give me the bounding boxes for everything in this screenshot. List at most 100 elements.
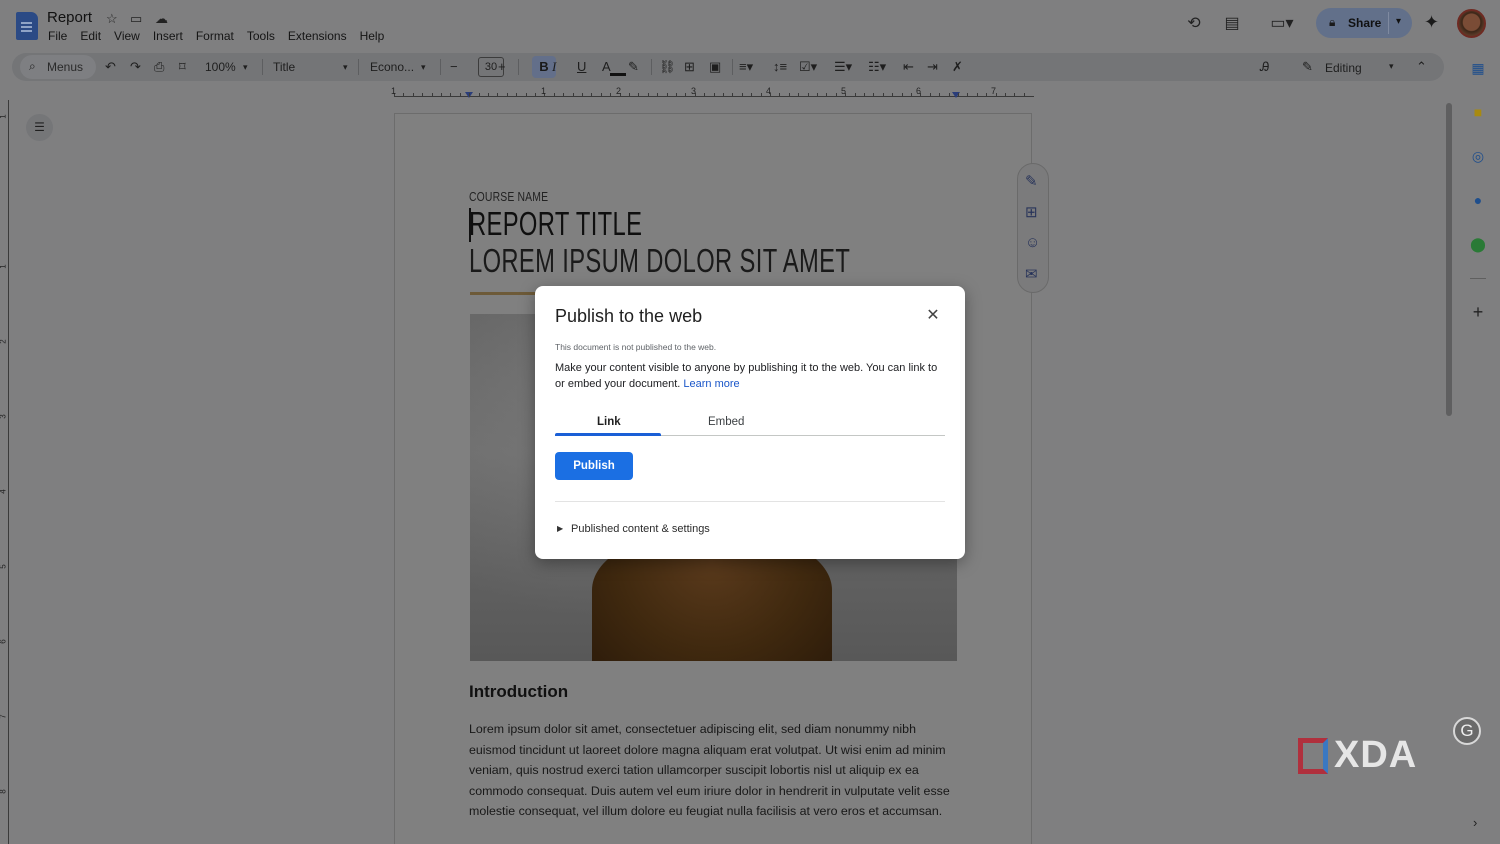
grammarly-icon[interactable]: G — [1453, 717, 1481, 745]
document-title[interactable]: Report — [47, 9, 92, 26]
menu-insert[interactable]: Insert — [153, 29, 183, 43]
toolbar-divider — [518, 59, 519, 75]
document-outline-icon[interactable]: ☰ — [26, 114, 53, 141]
menu-help[interactable]: Help — [360, 29, 385, 43]
ruler-tick — [572, 93, 574, 97]
style-dropdown-icon[interactable]: ▾ — [343, 59, 348, 75]
add-comment-icon[interactable]: ⊞ — [684, 59, 695, 75]
gemini-icon[interactable]: ✦ — [1424, 12, 1439, 33]
checklist-icon[interactable]: ☑▾ — [799, 59, 817, 75]
share-dropdown-icon[interactable]: ▾ — [1396, 16, 1401, 27]
menu-tools[interactable]: Tools — [247, 29, 275, 43]
zoom-select[interactable]: 100% — [205, 60, 236, 74]
history-icon[interactable]: ⟲ — [1184, 14, 1204, 34]
title-accent-rule — [470, 292, 540, 295]
docs-logo-icon[interactable] — [16, 12, 38, 40]
ruler-tick — [666, 93, 668, 97]
insert-image-icon[interactable]: ▣ — [709, 59, 721, 75]
intro-paragraph[interactable]: Lorem ipsum dolor sit amet, consectetuer… — [469, 719, 964, 822]
ruler-tick — [976, 93, 978, 97]
horizontal-ruler[interactable]: 1 1 2 3 4 5 6 7 — [391, 86, 1034, 100]
clear-formatting-icon[interactable]: ✗ — [952, 59, 963, 75]
menu-view[interactable]: View — [114, 29, 140, 43]
toolbar-divider — [732, 59, 733, 75]
contacts-icon[interactable]: ● — [1470, 192, 1486, 208]
toolbar-divider — [440, 59, 441, 75]
font-dropdown-icon[interactable]: ▾ — [421, 59, 426, 75]
tab-embed[interactable]: Embed — [708, 416, 744, 428]
redo-icon[interactable]: ↷ — [130, 59, 141, 75]
decrease-indent-icon[interactable]: ⇤ — [903, 59, 914, 75]
report-subtitle[interactable]: LOREM IPSUM DOLOR SIT AMET — [469, 242, 850, 280]
tasks-icon[interactable]: ◎ — [1470, 148, 1486, 164]
search-menus[interactable]: ⌕ Menus — [20, 55, 96, 79]
vertical-ruler[interactable]: 1 1 2 3 4 5 6 7 8 — [0, 100, 12, 844]
ruler-tick — [798, 93, 800, 97]
top-bar: Report ☆ ▭ ☁ File Edit View Insert Forma… — [0, 0, 1500, 50]
intro-heading[interactable]: Introduction — [469, 682, 568, 702]
ruler-tick — [741, 93, 743, 97]
undo-icon[interactable]: ↶ — [105, 59, 116, 75]
style-select[interactable]: Title — [273, 60, 295, 74]
suggest-edits-icon[interactable]: ✉ — [1025, 265, 1038, 283]
report-title[interactable]: REPORT TITLE — [469, 205, 642, 243]
decrease-font-size-icon[interactable]: − — [450, 59, 458, 75]
chevron-right-icon[interactable]: › — [1473, 815, 1477, 830]
numbered-list-icon[interactable]: ☷▾ — [868, 59, 886, 75]
ruler-tick — [412, 93, 414, 97]
add-comment-icon[interactable]: ⊞ — [1025, 203, 1038, 221]
menu-edit[interactable]: Edit — [80, 29, 101, 43]
edit-suggest-icon[interactable]: ✎ — [1025, 172, 1038, 190]
menu-file[interactable]: File — [48, 29, 67, 43]
ruler-tick — [788, 93, 790, 97]
avatar[interactable] — [1457, 9, 1486, 38]
publish-dialog: Publish to the web ✕ This document is no… — [535, 286, 965, 559]
menu-extensions[interactable]: Extensions — [288, 29, 347, 43]
spellcheck-icon[interactable]: Ꭿ — [1260, 59, 1269, 75]
font-select[interactable]: Econo... — [370, 60, 414, 74]
paint-format-icon[interactable]: ⌑ — [179, 59, 186, 75]
add-icon[interactable]: + — [1470, 303, 1486, 321]
dialog-description: Make your content visible to anyone by p… — [555, 360, 947, 392]
maps-icon[interactable]: ⬤ — [1470, 236, 1486, 252]
learn-more-link[interactable]: Learn more — [683, 378, 739, 390]
italic-button[interactable]: I — [552, 59, 556, 75]
bulleted-list-icon[interactable]: ☰▾ — [834, 59, 852, 75]
course-name[interactable]: COURSE NAME — [469, 189, 548, 204]
ruler-tick — [892, 93, 894, 97]
ruler-tick — [704, 93, 706, 97]
insert-link-icon[interactable]: ⛓ — [659, 59, 676, 75]
publish-button[interactable]: Publish — [555, 452, 633, 480]
highlight-icon[interactable]: ✎ — [628, 59, 639, 75]
print-icon[interactable]: ⎙ — [154, 59, 164, 75]
share-button[interactable]: 🔒︎ Share ▾ — [1316, 8, 1412, 38]
ruler-tick — [713, 93, 715, 97]
increase-indent-icon[interactable]: ⇥ — [927, 59, 938, 75]
underline-button[interactable]: U — [577, 59, 586, 75]
comments-icon[interactable]: ▤ — [1222, 14, 1242, 34]
star-icon[interactable]: ☆ — [106, 11, 118, 27]
keep-icon[interactable]: ■ — [1470, 104, 1486, 120]
ruler-number: 5 — [0, 564, 8, 568]
ruler-tick — [779, 93, 781, 97]
zoom-dropdown-icon[interactable]: ▾ — [243, 59, 248, 75]
meet-icon[interactable]: ▭▾ — [1266, 14, 1298, 34]
calendar-icon[interactable]: ▦ — [1470, 60, 1486, 76]
ruler-number: 7 — [991, 86, 997, 96]
collapse-menus-icon[interactable]: ⌃ — [1416, 59, 1427, 75]
ruler-tick — [431, 93, 433, 97]
move-folder-icon[interactable]: ▭ — [130, 11, 142, 27]
emoji-icon[interactable]: ☺ — [1025, 234, 1040, 251]
ruler-tick — [1005, 93, 1006, 97]
tab-link[interactable]: Link — [597, 416, 621, 428]
menu-format[interactable]: Format — [196, 29, 234, 43]
ruler-number: 6 — [0, 639, 8, 643]
line-spacing-icon[interactable]: ↕≡ — [773, 59, 787, 75]
align-icon[interactable]: ≡▾ — [739, 59, 753, 75]
close-icon[interactable]: ✕ — [923, 306, 943, 326]
cloud-status-icon[interactable]: ☁ — [155, 11, 168, 27]
vertical-scrollbar[interactable] — [1446, 103, 1452, 416]
editing-mode-select[interactable]: ✎ Editing ▾ — [1294, 55, 1404, 79]
increase-font-size-icon[interactable]: + — [498, 59, 506, 75]
ruler-tick — [506, 93, 508, 97]
